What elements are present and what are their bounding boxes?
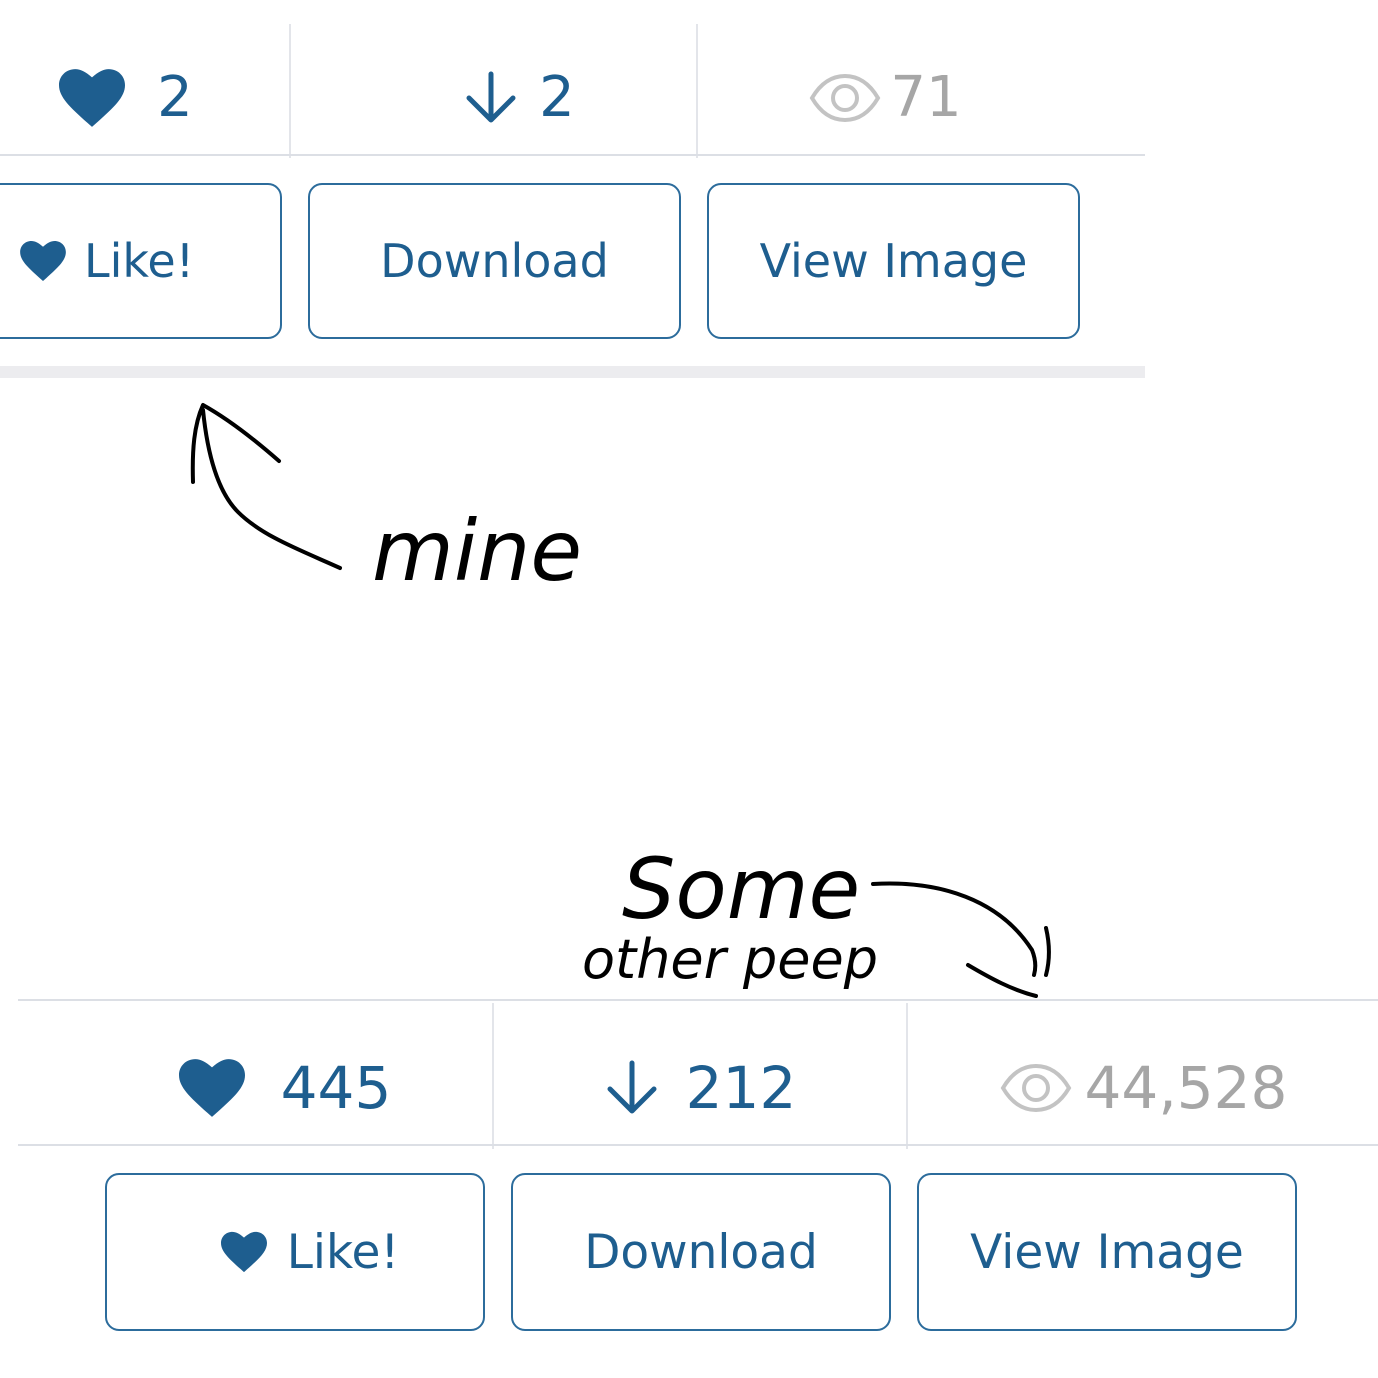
like-count-stat: 445 (18, 1030, 492, 1145)
heart-icon (20, 241, 66, 281)
like-button-label: Like! (84, 234, 195, 288)
heart-icon (220, 1231, 267, 1273)
download-button[interactable]: Download (511, 1173, 891, 1331)
stat-divider (289, 24, 291, 158)
eye-icon (808, 73, 882, 123)
download-count-stat: 212 (494, 1030, 906, 1145)
like-button-label: Like! (286, 1224, 400, 1280)
download-button[interactable]: Download (308, 183, 681, 339)
annotation-other-line1: Some (622, 840, 860, 938)
like-button[interactable]: Like! (105, 1173, 485, 1331)
view-image-button[interactable]: View Image (707, 183, 1080, 339)
view-count-stat: 71 (698, 40, 1102, 155)
like-count: 445 (280, 1053, 392, 1122)
annotation-arrow-other (871, 881, 1051, 998)
like-count-stat: 2 (0, 40, 290, 155)
download-count-stat: 2 (292, 40, 696, 155)
stats-divider (18, 1144, 1378, 1146)
heart-icon (178, 1058, 245, 1117)
annotation-mine-label: mine (372, 502, 582, 600)
view-count: 71 (890, 64, 962, 130)
heart-icon (59, 68, 126, 127)
download-count: 2 (539, 64, 575, 130)
view-count: 44,528 (1084, 1053, 1288, 1122)
like-button[interactable]: Like! (0, 183, 282, 339)
arrow-down-icon (463, 70, 519, 126)
download-button-label: Download (380, 234, 609, 288)
view-image-button-label: View Image (759, 234, 1028, 288)
card-bottom-bar (0, 366, 1145, 378)
card-top-divider (18, 999, 1378, 1001)
annotation-arrow-mine (190, 403, 342, 570)
annotation-other-line2: other peep (582, 928, 878, 991)
view-image-button[interactable]: View Image (917, 1173, 1297, 1331)
arrow-down-icon (604, 1059, 660, 1117)
stats-divider (0, 154, 1145, 156)
like-count: 2 (157, 64, 193, 130)
download-button-label: Download (584, 1224, 818, 1280)
view-image-button-label: View Image (970, 1224, 1244, 1280)
view-count-stat: 44,528 (908, 1030, 1378, 1145)
eye-icon (999, 1063, 1073, 1113)
download-count: 212 (685, 1053, 797, 1122)
